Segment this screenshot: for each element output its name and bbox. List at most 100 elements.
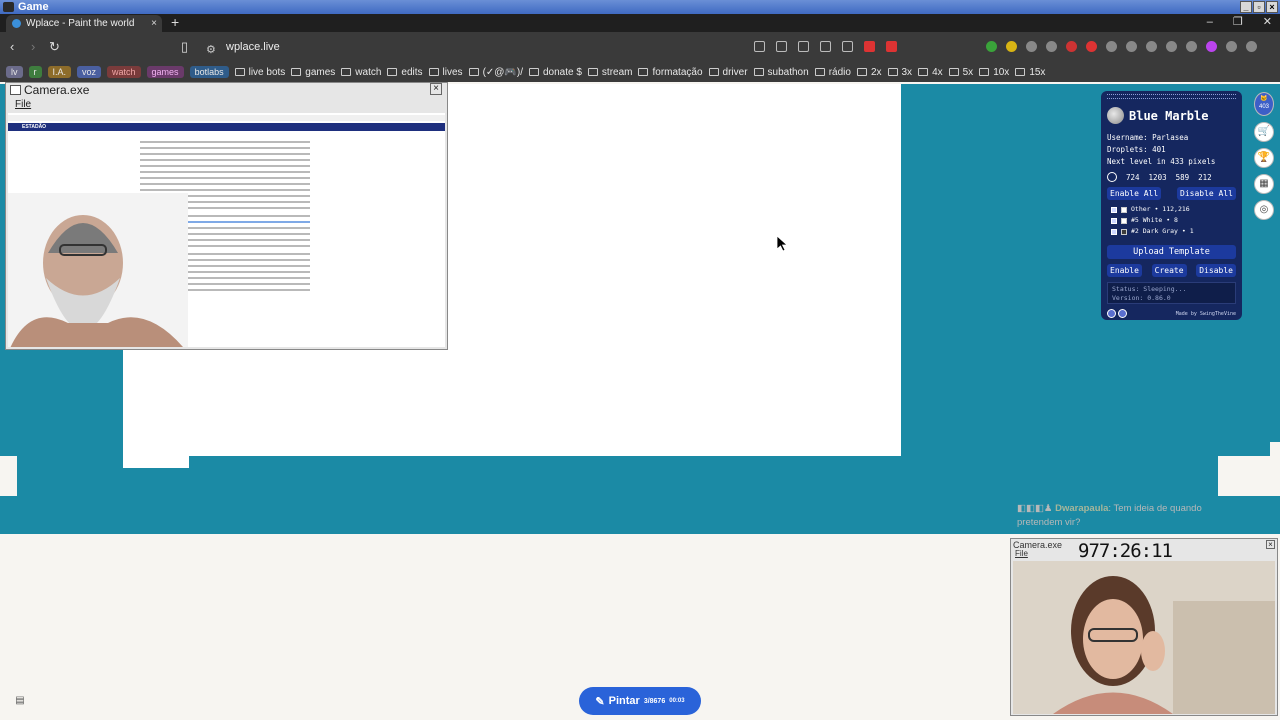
- os-minimize-button[interactable]: _: [1240, 1, 1252, 13]
- blue-marble-panel[interactable]: Blue Marble Username: Parlasea Droplets:…: [1101, 91, 1242, 320]
- bookmark-label: driver: [722, 66, 748, 78]
- bookmark-item[interactable]: I.A.: [47, 66, 72, 78]
- bookmark-item[interactable]: driver: [708, 66, 748, 78]
- bookmark-item[interactable]: subathon: [753, 67, 809, 78]
- extension-icon[interactable]: [1146, 41, 1157, 52]
- translate-icon[interactable]: [798, 41, 809, 52]
- camera2-close-button[interactable]: ×: [1266, 540, 1275, 549]
- camera-window-secondary[interactable]: Camera.exe File ×: [1010, 538, 1278, 716]
- os-close-button[interactable]: ×: [1266, 1, 1278, 13]
- maximize-button[interactable]: ❐: [1233, 14, 1243, 31]
- extension-icon[interactable]: [1086, 41, 1097, 52]
- bookmark-item[interactable]: watch: [107, 66, 141, 78]
- blue-marble-globe-icon[interactable]: [1107, 107, 1124, 124]
- paint-button[interactable]: ✎ Pintar 3/8676 00:03: [579, 687, 701, 715]
- camera2-file-menu[interactable]: File: [1015, 549, 1028, 558]
- pin-icon[interactable]: [1107, 172, 1117, 182]
- explore-icon[interactable]: ◎: [1254, 200, 1274, 220]
- coord-tile-x[interactable]: 724: [1126, 173, 1140, 182]
- extension-icon[interactable]: [1166, 41, 1177, 52]
- camera-close-button[interactable]: ×: [430, 83, 442, 95]
- rewards-icon[interactable]: [886, 41, 897, 52]
- bookmark-item[interactable]: formatação: [638, 67, 703, 78]
- cast-icon[interactable]: [776, 41, 787, 52]
- bookmark-item[interactable]: r: [28, 66, 42, 78]
- extension-icon[interactable]: [1226, 41, 1237, 52]
- back-icon[interactable]: ‹: [10, 39, 14, 54]
- disable-button[interactable]: Disable: [1196, 264, 1236, 277]
- store-icon[interactable]: 🛒: [1254, 122, 1274, 142]
- color-item[interactable]: #2 Dark Gray • 1: [1107, 226, 1236, 237]
- color-checkbox[interactable]: [1111, 228, 1117, 235]
- color-item[interactable]: Other • 112,216: [1107, 204, 1236, 215]
- os-restore-button[interactable]: ▫: [1253, 1, 1265, 13]
- leaderboard-icon[interactable]: 🏆: [1254, 148, 1274, 168]
- minimize-button[interactable]: –: [1207, 14, 1213, 31]
- reload-icon[interactable]: ↻: [49, 39, 60, 55]
- bookmark-item[interactable]: 15x: [1015, 67, 1045, 78]
- coord-pixel-y[interactable]: 212: [1198, 173, 1212, 182]
- upload-template-button[interactable]: Upload Template: [1107, 245, 1236, 259]
- extension-icon[interactable]: [1126, 41, 1137, 52]
- extension-icon[interactable]: [1006, 41, 1017, 52]
- extension-icon[interactable]: [1206, 41, 1217, 52]
- camera-window-main[interactable]: Camera.exe × File ESTADÃO: [5, 82, 448, 350]
- color-checkbox[interactable]: [1111, 217, 1117, 224]
- user-avatar-badge[interactable]: 🐱 403: [1254, 92, 1274, 116]
- color-checkbox[interactable]: [1111, 206, 1117, 213]
- layers-icon[interactable]: ▤: [13, 694, 27, 708]
- bookmark-item[interactable]: lv: [6, 66, 23, 78]
- brave-shield-icon[interactable]: [864, 41, 875, 52]
- info-icon[interactable]: ▦: [1254, 174, 1274, 194]
- bookmark-item[interactable]: lives: [428, 67, 463, 78]
- extension-icon[interactable]: [1186, 41, 1197, 52]
- bookmark-item[interactable]: 2x: [856, 67, 882, 78]
- color-item[interactable]: #5 White • 8: [1107, 215, 1236, 226]
- bookmark-item[interactable]: stream: [587, 67, 632, 78]
- bookmark-label: games: [305, 66, 336, 78]
- extension-icon[interactable]: [1026, 41, 1037, 52]
- close-window-button[interactable]: ✕: [1263, 14, 1272, 31]
- enable-button[interactable]: Enable: [1107, 264, 1142, 277]
- globe-link-icon[interactable]: [1118, 309, 1127, 318]
- camera-file-menu[interactable]: File: [15, 99, 31, 110]
- mute-icon[interactable]: [754, 41, 765, 52]
- tab-wplace[interactable]: Wplace - Paint the world ×: [6, 15, 162, 32]
- create-button[interactable]: Create: [1151, 264, 1187, 277]
- panel-drag-handle[interactable]: [1107, 94, 1236, 99]
- zoom-icon[interactable]: [820, 41, 831, 52]
- share-icon[interactable]: [842, 41, 853, 52]
- bookmark-item[interactable]: 5x: [948, 67, 973, 78]
- browser-tab-strip: Wplace - Paint the world × + – ❐ ✕: [0, 14, 1280, 32]
- extension-icon[interactable]: [1046, 41, 1057, 52]
- site-settings-icon[interactable]: ⚙: [206, 40, 216, 60]
- bookmark-item[interactable]: games: [146, 66, 184, 78]
- extension-icon[interactable]: [1106, 41, 1117, 52]
- bookmark-item[interactable]: donate $: [528, 67, 582, 78]
- tab-close-icon[interactable]: ×: [151, 15, 157, 32]
- disable-all-button[interactable]: Disable All: [1177, 187, 1236, 200]
- github-icon[interactable]: [1107, 309, 1116, 318]
- bookmark-item[interactable]: (✓@🎮)/: [468, 67, 523, 78]
- bookmark-icon[interactable]: ▯: [181, 39, 188, 55]
- color-swatch: [1121, 206, 1127, 213]
- bookmark-item[interactable]: 10x: [979, 67, 1009, 78]
- coord-tile-y[interactable]: 1203: [1149, 173, 1167, 182]
- bookmark-item[interactable]: live bots: [234, 67, 285, 78]
- bookmark-item[interactable]: 3x: [887, 67, 912, 78]
- menu-icon[interactable]: [1246, 41, 1257, 52]
- bookmark-item[interactable]: botlabs: [189, 66, 229, 78]
- enable-all-button[interactable]: Enable All: [1107, 187, 1162, 200]
- bookmark-item[interactable]: 4x: [918, 67, 943, 78]
- forward-icon[interactable]: ›: [31, 39, 35, 54]
- extension-icon[interactable]: [986, 41, 997, 52]
- bookmark-item[interactable]: watch: [341, 67, 381, 78]
- extension-icon[interactable]: [1066, 41, 1077, 52]
- bookmark-item[interactable]: edits: [387, 67, 423, 78]
- coord-pixel-x[interactable]: 589: [1176, 173, 1190, 182]
- bookmark-item[interactable]: rádio: [814, 67, 851, 78]
- bookmark-item[interactable]: voz: [77, 66, 102, 78]
- bookmark-item[interactable]: games: [291, 67, 335, 78]
- camera-window-title-bar[interactable]: Camera.exe: [6, 83, 447, 97]
- new-tab-button[interactable]: +: [171, 14, 179, 31]
